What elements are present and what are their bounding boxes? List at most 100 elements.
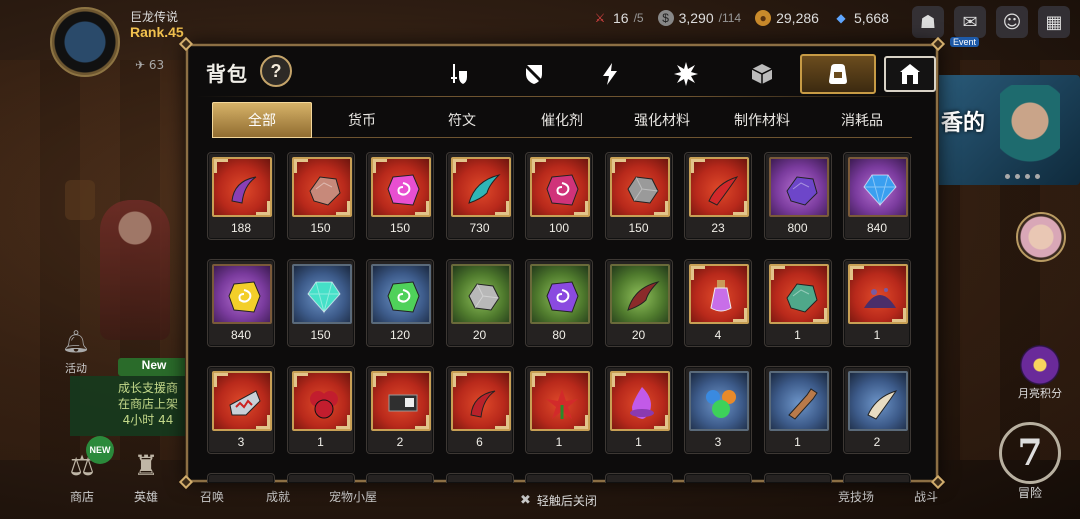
item-slot-red-flower[interactable]: 1 — [525, 366, 593, 454]
item-quantity: 3 — [237, 435, 245, 449]
starburst-hand-icon[interactable] — [648, 54, 724, 94]
item-slot-bronze-wrench[interactable]: 1 — [763, 366, 832, 454]
item-slot-ivory-fang[interactable]: 2 — [843, 366, 911, 454]
item-slot-violet-rune-stone[interactable]: 80 — [525, 259, 593, 347]
item-slot-cyan-crystal[interactable]: 150 — [286, 259, 355, 347]
player-rank: Rank.45 — [130, 24, 184, 40]
item-slot[interactable] — [525, 473, 593, 483]
hero-helmet-icon: ♜ — [133, 449, 159, 482]
item-slot-green-spiral-rune[interactable]: 120 — [366, 259, 434, 347]
green-spiral-rune-icon — [387, 281, 420, 313]
dark-powder-icon — [864, 288, 896, 308]
tab-all[interactable]: 全部 — [212, 102, 312, 138]
item-quantity: 730 — [469, 221, 490, 235]
item-thumbnail — [450, 157, 511, 217]
backpack-icon[interactable] — [800, 54, 876, 94]
item-slot[interactable] — [207, 473, 275, 483]
item-quantity: 20 — [631, 328, 646, 342]
item-slot-purple-dragon-horn[interactable]: 188 — [207, 152, 275, 240]
growth-support-notice[interactable]: 成长支援商 在商店上架 4小时 44 — [70, 376, 188, 436]
gem-counter[interactable]: ◆ 5,668 — [833, 10, 889, 26]
broken-shield-icon[interactable] — [496, 54, 572, 94]
item-slot-teal-claw[interactable]: 730 — [445, 152, 514, 240]
bag-tabs: 全部 货币 符文 催化剂 强化材料 制作材料 消耗品 — [212, 102, 912, 138]
moon-points-button[interactable]: 月亮积分 — [1010, 345, 1070, 400]
item-slot-crimson-scales[interactable]: 1 — [286, 366, 355, 454]
player-avatar[interactable] — [50, 7, 120, 77]
chat-icon[interactable]: ☺ — [996, 6, 1028, 38]
item-slot[interactable] — [286, 473, 355, 483]
violet-rune-stone-icon — [546, 281, 579, 313]
item-slot[interactable] — [445, 473, 514, 483]
item-slot-red-twisted-horn[interactable]: 6 — [445, 366, 514, 454]
new-ribbon: New — [118, 358, 190, 376]
iron-ore-icon — [626, 176, 659, 204]
nav-heroes[interactable]: ♜ 英雄 — [116, 440, 176, 505]
mail-icon[interactable]: ✉ Event — [950, 6, 986, 47]
item-slot-golden-rune[interactable]: 840 — [207, 259, 275, 347]
nav-adventure[interactable]: 7 冒险 — [992, 422, 1068, 501]
item-slot-silver-ore[interactable]: 20 — [445, 259, 514, 347]
item-slot[interactable] — [684, 473, 752, 483]
nav-shop[interactable]: ⚖ NEW 商店 — [52, 436, 114, 505]
gold-counter[interactable]: ● 29,286 — [755, 10, 819, 26]
stamina-counter[interactable]: ⚔ 16/5 — [592, 10, 644, 26]
item-slot-bronze-dragon-scale[interactable]: 150 — [286, 152, 355, 240]
item-quantity: 1 — [317, 435, 324, 449]
banner-text: 香的 — [941, 111, 986, 136]
tab-runes[interactable]: 符文 — [412, 102, 512, 138]
help-button[interactable]: ? — [260, 55, 292, 87]
item-slot-iron-ore[interactable]: 150 — [604, 152, 673, 240]
tab-enhance-materials[interactable]: 强化材料 — [612, 102, 712, 138]
item-slot[interactable] — [604, 473, 673, 483]
top-right-icons: ☗ ✉ Event ☺ ▦ — [912, 6, 1070, 47]
item-slot-jade-armor-piece[interactable]: 1 — [763, 259, 832, 347]
menu-grid-icon[interactable]: ▦ — [1038, 6, 1070, 38]
lightning-icon[interactable] — [572, 54, 648, 94]
item-slot-blue-crystal[interactable]: 840 — [843, 152, 911, 240]
item-slot-red-fang[interactable]: 23 — [684, 152, 752, 240]
sword-shield-icon[interactable] — [420, 54, 496, 94]
dice-box-icon[interactable] — [724, 54, 800, 94]
tab-currency[interactable]: 货币 — [312, 102, 412, 138]
item-slot-beast-claw[interactable]: 20 — [604, 259, 673, 347]
guild-icon[interactable]: ☗ — [912, 6, 944, 38]
item-slot[interactable] — [763, 473, 832, 483]
player-name: 巨龙传说 — [130, 10, 179, 24]
tap-to-close-hint[interactable]: ✖ 轻触后关闭 — [520, 492, 597, 509]
item-quantity: 20 — [472, 328, 487, 342]
item-slot[interactable] — [366, 473, 434, 483]
item-slot[interactable] — [843, 473, 911, 483]
mana-potion-icon — [710, 280, 732, 312]
item-quantity: 23 — [711, 221, 725, 235]
event-banner[interactable]: 香的 — [935, 75, 1080, 185]
item-slot-circuit-chip[interactable]: 2 — [366, 366, 434, 454]
npc-avatar[interactable] — [1016, 212, 1066, 262]
nav-label: 宠物小屋 — [328, 490, 377, 504]
item-slot-dark-powder[interactable]: 1 — [843, 259, 911, 347]
item-slot-purple-flame[interactable]: 1 — [604, 366, 673, 454]
item-slot-mana-potion[interactable]: 4 — [684, 259, 752, 347]
bell-icon: 🔔︎ — [62, 330, 90, 355]
activity-button[interactable]: 🔔︎ 活动 — [58, 330, 94, 376]
tavern-character — [100, 200, 170, 340]
silver-counter[interactable]: $ 3,290/114 — [657, 10, 741, 26]
item-slot-red-dragon-jaw[interactable]: 3 — [207, 366, 275, 454]
tab-craft-materials[interactable]: 制作材料 — [712, 102, 812, 138]
house-icon[interactable] — [884, 56, 936, 92]
red-dragon-jaw-icon — [229, 390, 261, 416]
tab-catalysts[interactable]: 催化剂 — [512, 102, 612, 138]
item-thumbnail — [848, 157, 908, 217]
item-quantity: 1 — [794, 328, 801, 342]
item-slot-violet-dragon-scale[interactable]: 800 — [763, 152, 832, 240]
item-thumbnail — [212, 371, 272, 431]
item-slot-color-orbs[interactable]: 3 — [684, 366, 752, 454]
resource-bar: ⚔ 16/5 $ 3,290/114 ● 29,286 ◆ 5,668 — [592, 10, 889, 26]
event-tag: Event — [950, 37, 980, 47]
red-flower-icon — [546, 389, 578, 419]
item-slot-pink-spiral-rune[interactable]: 150 — [366, 152, 434, 240]
tab-consumables[interactable]: 消耗品 — [812, 102, 912, 138]
item-thumbnail — [450, 371, 511, 431]
bronze-dragon-scale-icon — [308, 176, 341, 206]
item-slot-magenta-rune-stone[interactable]: 100 — [525, 152, 593, 240]
